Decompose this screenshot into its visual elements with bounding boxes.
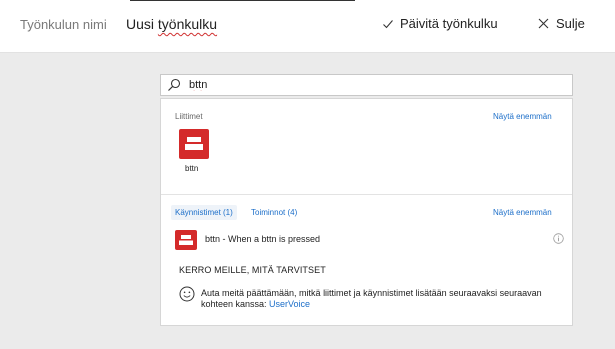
checkmark-icon [383,19,393,28]
flow-name-label: Työnkulun nimi [20,17,107,32]
trigger-item-label: bttn - When a bttn is pressed [205,234,321,244]
bttn-icon [179,235,193,245]
feedback-body: Auta meitä päättämään, mitkä liittimet j… [201,288,542,309]
top-bar: Työnkulun nimi Uusi työnkulku Päivitä ty… [0,0,615,53]
connectors-show-more-link[interactable]: Näytä enemmän [493,112,552,121]
feedback-title: KERRO MEILLE, MITÄ TARVITSET [179,265,326,275]
trigger-bttn-tile [175,230,197,250]
feedback-text: Auta meitä päättämään, mitkä liittimet j… [201,288,551,310]
results-show-more-link[interactable]: Näytä enemmän [493,208,552,217]
tab-triggers[interactable]: Käynnistimet (1) [171,205,237,220]
search-input[interactable] [189,79,559,91]
update-flow-label: Päivitä työnkulku [400,16,498,31]
close-label: Sulje [556,16,585,31]
search-icon [168,78,181,91]
info-icon[interactable] [553,233,564,244]
close-button[interactable]: Sulje [538,16,585,31]
section-divider [161,194,572,195]
flow-name-prefix: Uusi [126,16,158,32]
search-box [160,74,573,96]
connector-bttn-tile[interactable] [179,129,209,159]
update-flow-button[interactable]: Päivitä työnkulku [382,16,498,31]
connector-bttn-name[interactable]: bttn [185,164,198,173]
flow-name-field[interactable]: Uusi työnkulku [126,16,217,32]
search-results-panel: Liittimet Näytä enemmän bttn Käynnistime… [160,98,573,326]
top-accent-line [130,0,355,1]
tab-actions[interactable]: Toiminnot (4) [247,205,301,220]
uservoice-link[interactable]: UserVoice [269,299,310,309]
smile-icon [179,286,195,302]
connectors-section-label: Liittimet [175,112,203,121]
trigger-item-bttn-pressed[interactable]: bttn - When a bttn is pressed [175,230,564,250]
close-icon [538,18,549,29]
flow-name-word: työnkulku [157,16,218,32]
bttn-icon [185,137,203,150]
